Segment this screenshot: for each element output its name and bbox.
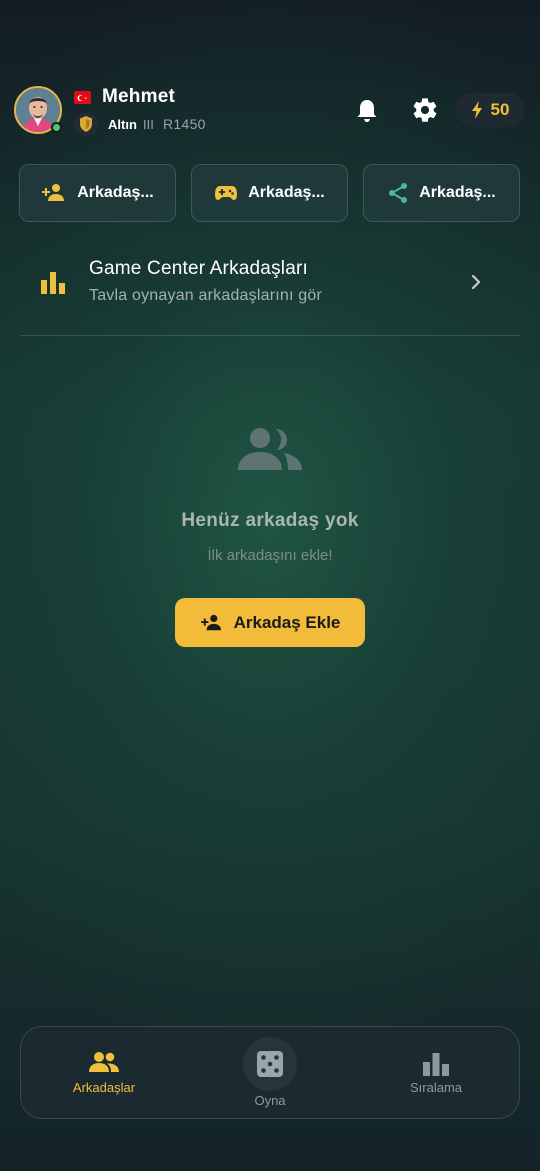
add-friend-primary-label: Arkadaş Ekle [233,612,341,632]
divider [20,335,520,336]
username: Mehmet [102,86,175,107]
rank-shield-icon [74,112,98,136]
turkey-flag-icon [74,91,91,104]
friends-group-icon [236,424,304,477]
game-center-subtitle: Tavla oynayan arkadaşlarını gör [89,287,322,304]
add-friend-label: Arkadaş... [77,184,154,201]
bar-chart-icon [41,270,67,299]
dice-icon [257,1051,283,1077]
chevron-right-icon [470,274,482,295]
nav-play-button[interactable] [243,1037,297,1091]
share-icon [389,183,408,203]
bell-icon[interactable] [352,96,382,126]
nav-friends-label[interactable]: Arkadaşlar [44,1080,164,1095]
add-friend-button[interactable]: Arkadaş... [19,164,176,222]
rank-name: Altın [108,117,137,132]
empty-state-subtitle: İlk arkadaşını ekle! [207,547,333,564]
nav-ranking-label[interactable]: Sıralama [376,1080,496,1095]
empty-state-title: Henüz arkadaş yok [181,510,359,531]
add-person-icon [42,184,65,201]
nav-play-label[interactable]: Oyna [210,1093,330,1108]
nav-friends-icon[interactable] [89,1051,119,1078]
online-status-dot [51,122,62,133]
energy-value: 50 [490,100,510,119]
rating: R1450 [163,116,206,132]
gear-icon[interactable] [410,95,440,125]
lightning-icon [471,101,482,119]
invite-label: Arkadaş... [248,184,325,201]
gamepad-icon [215,186,238,200]
game-center-title: Game Center Arkadaşları [89,258,308,279]
nav-ranking-icon[interactable] [423,1052,449,1081]
invite-to-game-button[interactable]: Arkadaş... [191,164,348,222]
add-friend-primary-button[interactable]: Arkadaş Ekle [175,598,365,647]
energy-counter[interactable]: 50 [455,93,525,127]
share-invite-button[interactable]: Arkadaş... [363,164,520,222]
rank-level: III [143,117,154,132]
share-label: Arkadaş... [419,184,496,201]
add-person-icon [200,614,221,630]
